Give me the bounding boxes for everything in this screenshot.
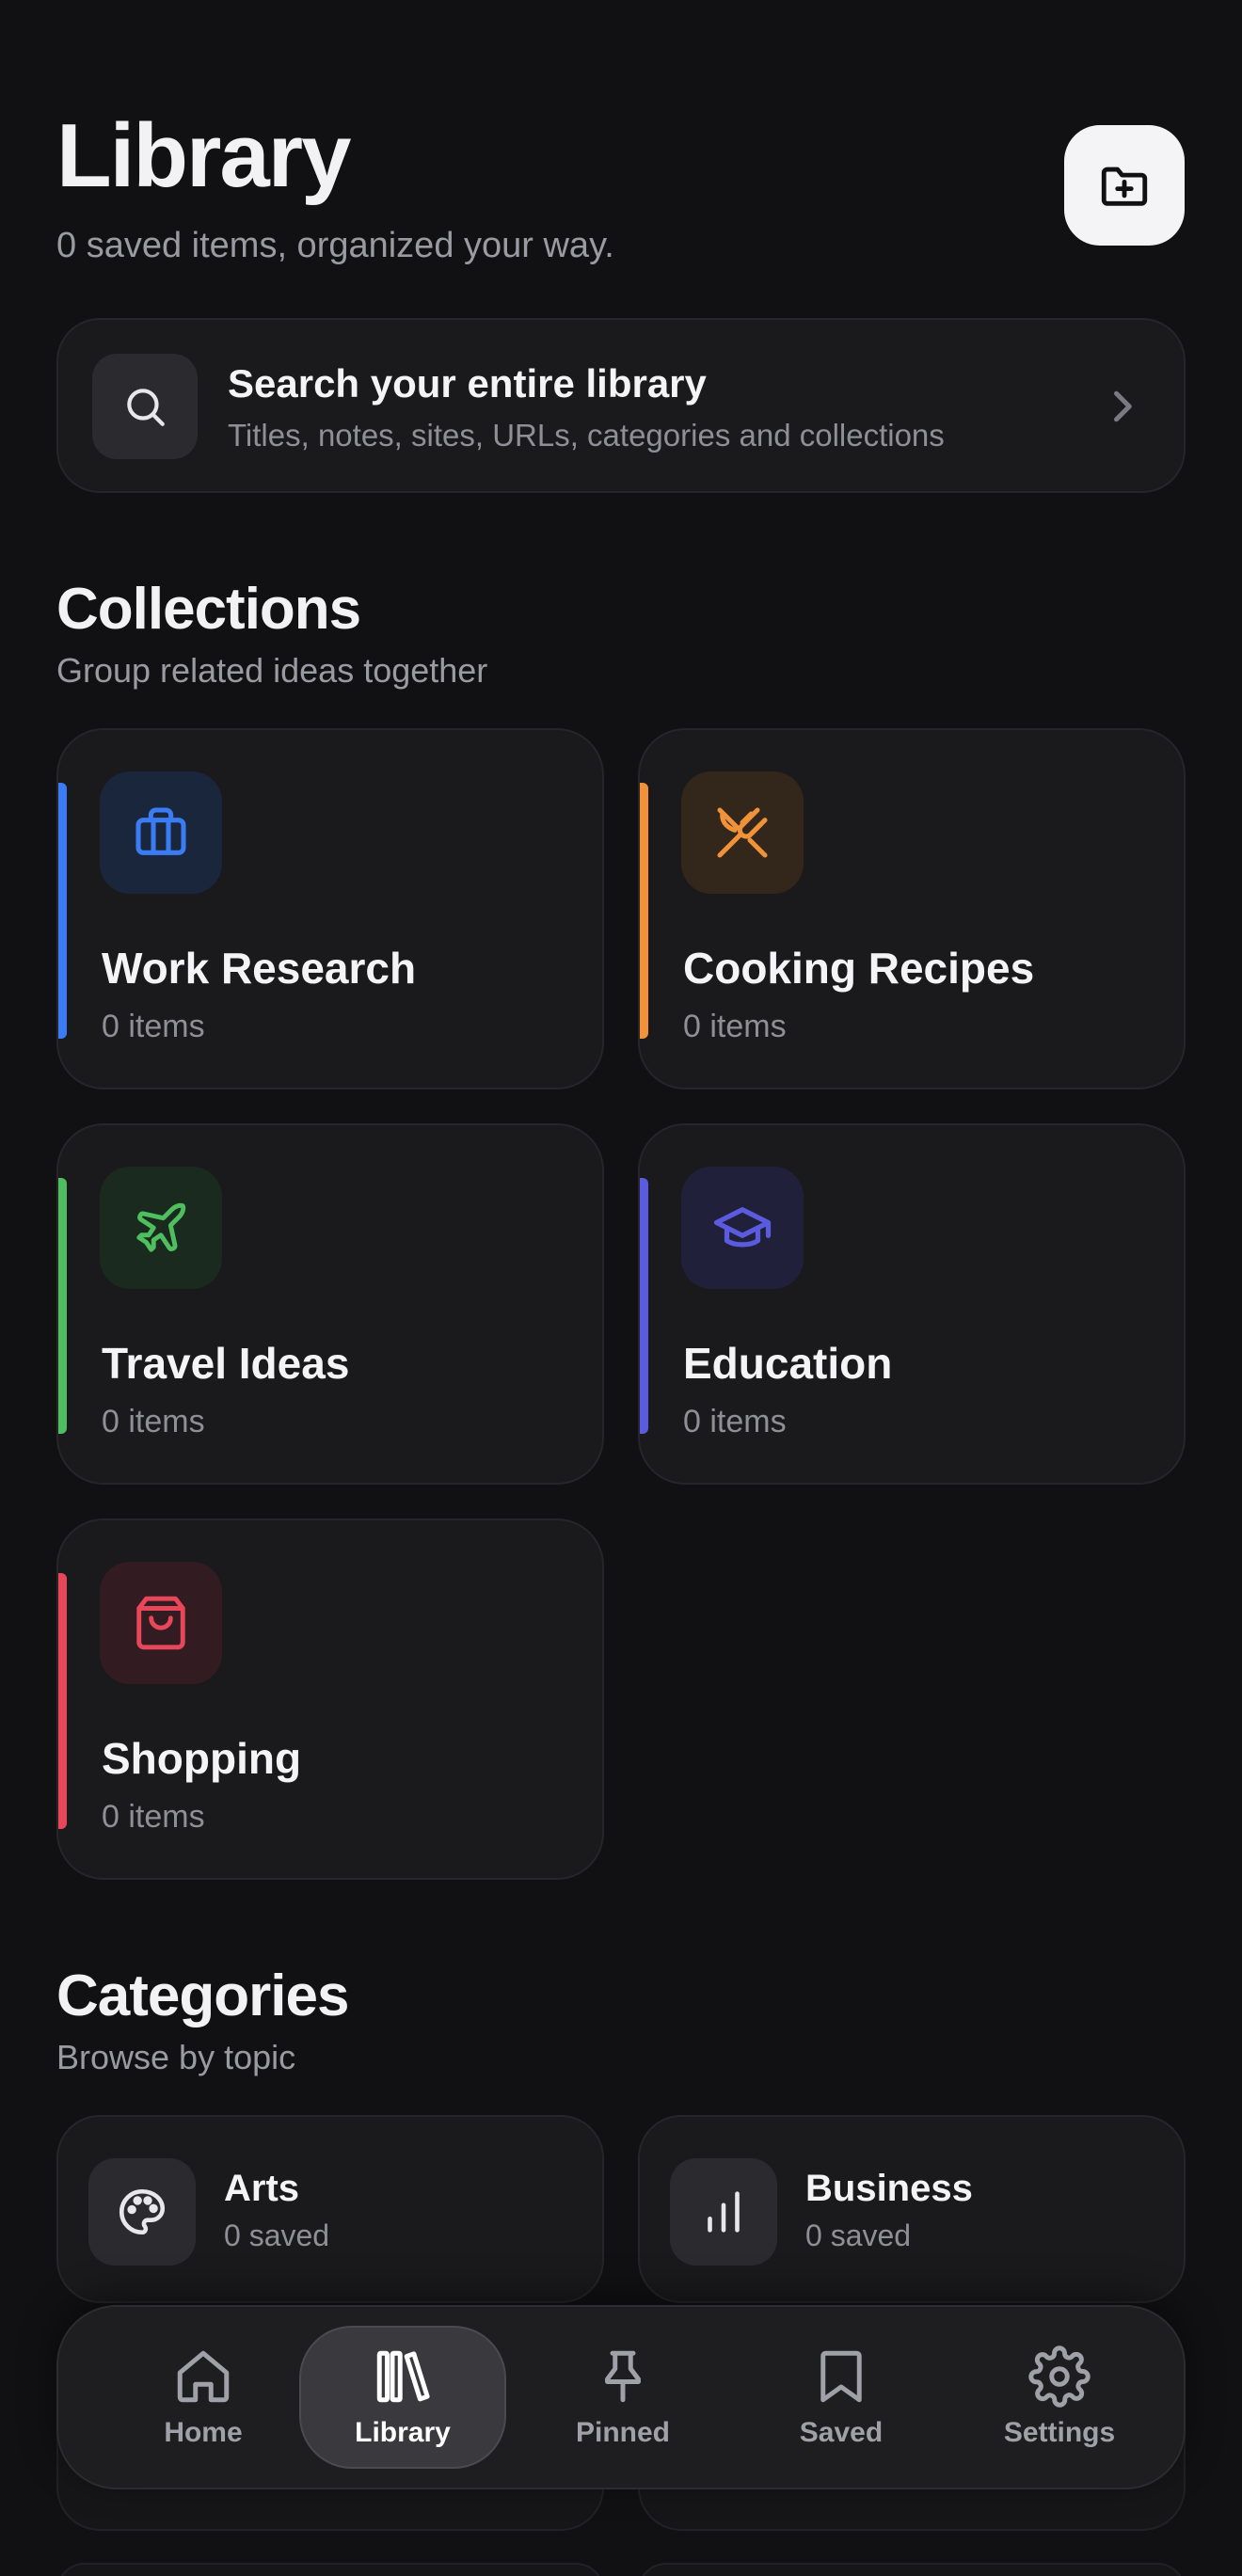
tab-label: Library — [355, 2417, 451, 2448]
category-name: Arts — [224, 2168, 300, 2209]
collection-accent — [640, 783, 648, 1039]
folder-plus-icon — [1101, 167, 1148, 206]
tab-label: Pinned — [575, 2417, 670, 2448]
graduation-cap-icon — [713, 1207, 772, 1248]
library-screen: Library 0 saved items, organized your wa… — [0, 0, 1242, 2576]
chevron-right-icon — [1114, 390, 1132, 422]
tab-label: Settings — [1003, 2417, 1116, 2448]
category-name: Business — [805, 2168, 973, 2209]
collection-count: 0 items — [102, 1404, 205, 1439]
page-subtitle: 0 saved items, organized your way. — [56, 226, 614, 265]
tab-settings[interactable]: Settings — [956, 2326, 1163, 2469]
collection-accent — [640, 1178, 648, 1434]
category-card-arts[interactable]: Arts 0 saved — [56, 2115, 604, 2303]
category-count: 0 saved — [224, 2218, 330, 2252]
collection-count: 0 items — [683, 1009, 787, 1044]
collection-icon-box — [100, 771, 222, 894]
collection-card-travel-ideas[interactable]: Travel Ideas 0 items — [56, 1123, 604, 1485]
search-subtitle: Titles, notes, sites, URLs, categories a… — [228, 418, 945, 453]
briefcase-icon — [135, 807, 186, 855]
category-icon-box — [670, 2158, 777, 2266]
bar-chart-icon — [708, 2191, 740, 2233]
page-title: Library — [56, 105, 351, 206]
tab-label: Saved — [799, 2417, 884, 2448]
collection-name: Education — [683, 1339, 893, 1388]
gear-icon — [1028, 2345, 1091, 2408]
tab-library[interactable]: Library — [299, 2326, 506, 2469]
collections-subtitle: Group related ideas together — [56, 651, 488, 690]
bookmark-icon — [820, 2350, 862, 2403]
category-card-partial[interactable] — [56, 2563, 604, 2576]
tab-saved[interactable]: Saved — [738, 2326, 945, 2469]
new-collection-button[interactable] — [1064, 125, 1185, 246]
pin-icon — [605, 2350, 641, 2403]
search-icon-box — [92, 354, 198, 459]
collection-card-shopping[interactable]: Shopping 0 items — [56, 1519, 604, 1880]
category-card-business[interactable]: Business 0 saved — [638, 2115, 1186, 2303]
categories-subtitle: Browse by topic — [56, 2038, 296, 2076]
collection-icon-box — [100, 1562, 222, 1684]
tab-pinned[interactable]: Pinned — [519, 2326, 726, 2469]
collection-accent — [58, 1178, 67, 1434]
library-icon — [376, 2350, 430, 2403]
collection-icon-box — [681, 1167, 804, 1289]
collection-name: Cooking Recipes — [683, 944, 1035, 993]
search-title: Search your entire library — [228, 361, 707, 405]
palette-icon — [119, 2188, 166, 2235]
collection-name: Shopping — [102, 1734, 302, 1783]
collection-card-education[interactable]: Education 0 items — [638, 1123, 1186, 1485]
collection-count: 0 items — [102, 1009, 205, 1044]
collection-card-work-research[interactable]: Work Research 0 items — [56, 728, 604, 1089]
category-icon-box — [88, 2158, 196, 2266]
utensils-crossed-icon — [717, 807, 768, 858]
search-icon — [127, 389, 165, 426]
categories-title: Categories — [56, 1964, 349, 2028]
collection-accent — [58, 1573, 67, 1829]
collection-count: 0 items — [102, 1799, 205, 1835]
collection-accent — [58, 783, 67, 1039]
collection-count: 0 items — [683, 1404, 787, 1439]
shopping-bag-icon — [136, 1596, 185, 1650]
tab-home[interactable]: Home — [100, 2326, 307, 2469]
category-count: 0 saved — [805, 2218, 912, 2252]
collection-name: Work Research — [102, 944, 417, 993]
tab-label: Home — [164, 2417, 243, 2448]
collection-card-cooking-recipes[interactable]: Cooking Recipes 0 items — [638, 728, 1186, 1089]
category-card-partial[interactable] — [638, 2563, 1186, 2576]
plane-icon — [136, 1202, 186, 1252]
library-search-card[interactable]: Search your entire library Titles, notes… — [56, 318, 1186, 493]
collection-icon-box — [681, 771, 804, 894]
collection-name: Travel Ideas — [102, 1339, 350, 1388]
bottom-tab-bar: Home Library Pinned Saved Settings — [56, 2305, 1186, 2489]
collection-icon-box — [100, 1167, 222, 1289]
home-icon — [177, 2350, 230, 2403]
collections-title: Collections — [56, 577, 361, 642]
